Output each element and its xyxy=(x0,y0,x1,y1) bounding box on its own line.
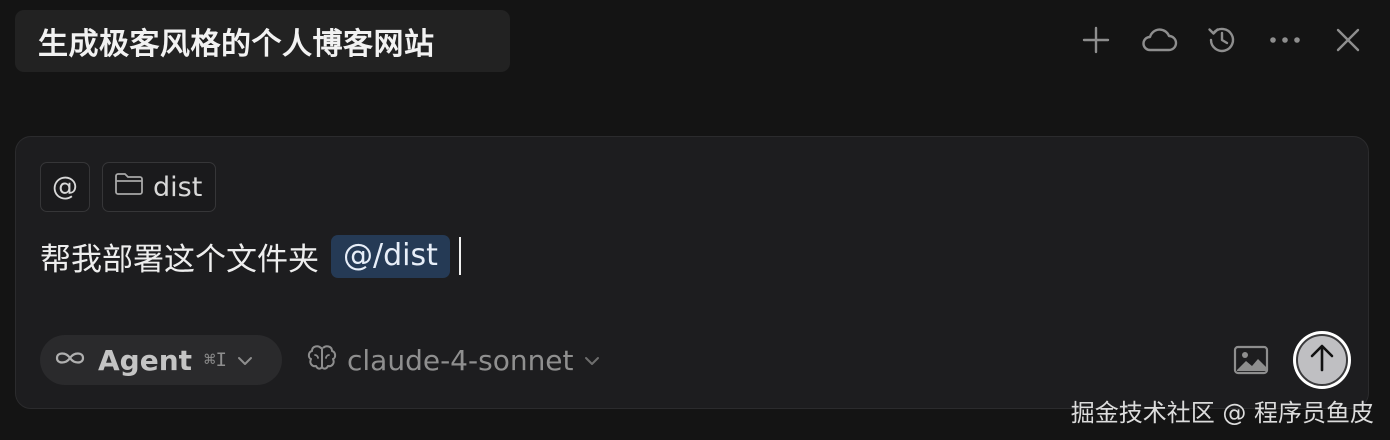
model-selector[interactable]: claude-4-sonnet xyxy=(306,335,600,385)
folder-icon xyxy=(114,172,144,203)
watermark: 掘金技术社区 @ 程序员鱼皮 xyxy=(1070,399,1374,427)
chat-title-pill[interactable]: 生成极客风格的个人博客网站 xyxy=(15,10,510,72)
message-input[interactable]: 帮我部署这个文件夹 @/dist xyxy=(40,233,461,279)
plus-icon[interactable] xyxy=(1076,20,1116,60)
chevron-down-icon xyxy=(237,351,253,370)
close-icon[interactable] xyxy=(1328,20,1368,60)
send-button-inner xyxy=(1296,334,1348,386)
text-caret xyxy=(458,237,461,275)
mode-selector[interactable]: Agent ⌘I xyxy=(40,335,282,385)
mode-label: Agent xyxy=(98,343,193,377)
cloud-icon[interactable] xyxy=(1139,20,1179,60)
mention-tag[interactable]: @/dist xyxy=(331,234,450,278)
brain-icon xyxy=(306,344,338,376)
mode-shortcut: ⌘I xyxy=(204,349,227,371)
infinity-icon xyxy=(54,349,86,371)
top-toolbar xyxy=(1076,20,1368,60)
chevron-down-icon xyxy=(584,351,600,370)
at-symbol: @ xyxy=(52,172,78,202)
image-icon[interactable] xyxy=(1232,343,1270,377)
more-icon[interactable] xyxy=(1265,20,1305,60)
chat-title: 生成极客风格的个人博客网站 xyxy=(38,27,435,62)
add-context-button[interactable]: @ xyxy=(40,162,90,212)
chat-composer: @ dist 帮我部署这个文件夹 @/dist Agent ⌘I claude-… xyxy=(15,136,1369,409)
context-chip-dist[interactable]: dist xyxy=(102,162,217,212)
context-chip-label: dist xyxy=(153,171,203,203)
context-chips: @ dist xyxy=(40,162,217,212)
history-icon[interactable] xyxy=(1202,20,1242,60)
message-text: 帮我部署这个文件夹 xyxy=(40,241,319,278)
arrow-up-icon xyxy=(1309,343,1335,377)
send-button[interactable] xyxy=(1293,331,1351,389)
model-label: claude-4-sonnet xyxy=(347,343,574,377)
